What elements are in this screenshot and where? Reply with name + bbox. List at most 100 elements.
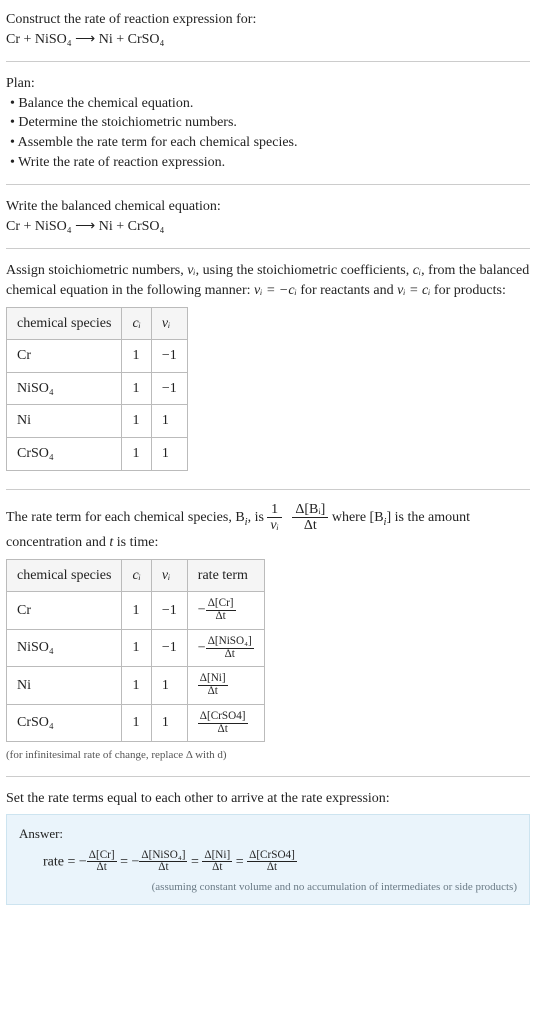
- frac-num: Δ[Bᵢ]: [292, 502, 328, 518]
- rule-reactants: νᵢ = −cᵢ: [254, 283, 297, 298]
- rate-term-description: The rate term for each chemical species,…: [6, 502, 530, 553]
- nu-i: νᵢ: [187, 263, 195, 278]
- frac-den: Δt: [87, 862, 117, 874]
- col-nui: νᵢ: [151, 307, 187, 340]
- cell-nui: 1: [151, 667, 187, 705]
- frac-den: Δt: [206, 649, 254, 661]
- unbalanced-equation: Cr + NiSO₄ ⟶ Ni + CrSO₄: [6, 30, 530, 50]
- col-nui: νᵢ: [151, 559, 187, 592]
- rate-frac: Δ[Ni]Δt: [198, 673, 228, 698]
- frac-one-over-nu: 1 νᵢ: [267, 502, 281, 534]
- divider: [6, 184, 530, 185]
- table-row: Cr 1 −1 −Δ[Cr]Δt: [7, 592, 265, 630]
- plan-item: • Balance the chemical equation.: [6, 94, 530, 114]
- frac-den: Δt: [139, 862, 187, 874]
- sign: −: [198, 603, 206, 618]
- cell-ci: 1: [122, 437, 151, 470]
- cell-ci: 1: [122, 372, 151, 405]
- table-row: CrSO₄ 1 1 Δ[CrSO4]Δt: [7, 704, 265, 742]
- c-i: cᵢ: [413, 263, 421, 278]
- table-row: Cr 1 −1: [7, 340, 188, 373]
- frac-den: Δt: [198, 724, 248, 736]
- rate-frac: Δ[CrSO4]Δt: [198, 711, 248, 736]
- text: , is: [248, 510, 268, 525]
- answer-box: Answer: rate = −Δ[Cr]Δt = −Δ[NiSO₄]Δt = …: [6, 814, 530, 904]
- answer-note: (assuming constant volume and no accumul…: [19, 880, 517, 895]
- cell-nui: −1: [151, 629, 187, 667]
- cell-species: CrSO₄: [7, 437, 122, 470]
- cell-nui: −1: [151, 340, 187, 373]
- col-species: chemical species: [7, 307, 122, 340]
- table-row: NiSO₄ 1 −1 −Δ[NiSO₄]Δt: [7, 629, 265, 667]
- table-row: NiSO₄ 1 −1: [7, 372, 188, 405]
- text: is time:: [113, 535, 158, 550]
- cell-rate: Δ[Ni]Δt: [187, 667, 264, 705]
- infinitesimal-note: (for infinitesimal rate of change, repla…: [6, 748, 530, 763]
- term-frac: Δ[Ni]Δt: [202, 850, 232, 875]
- text: for products:: [430, 283, 505, 298]
- rate-term-table: chemical species cᵢ νᵢ rate term Cr 1 −1…: [6, 559, 265, 743]
- plan-item: • Assemble the rate term for each chemic…: [6, 133, 530, 153]
- frac-num: Δ[CrSO4]: [198, 711, 248, 724]
- stoich-description: Assign stoichiometric numbers, νᵢ, using…: [6, 261, 530, 300]
- cell-ci: 1: [122, 667, 151, 705]
- text: , using the stoichiometric coefficients,: [196, 263, 413, 278]
- cell-species: NiSO₄: [7, 372, 122, 405]
- answer-label: Answer:: [19, 825, 517, 843]
- cell-species: Ni: [7, 667, 122, 705]
- frac-den: Δt: [202, 862, 232, 874]
- construct-line: Construct the rate of reaction expressio…: [6, 10, 530, 30]
- equals: =: [187, 854, 202, 869]
- col-ci: cᵢ: [122, 307, 151, 340]
- frac-den: Δt: [247, 862, 297, 874]
- divider: [6, 776, 530, 777]
- final-intro: Set the rate terms equal to each other t…: [6, 789, 530, 809]
- frac-den: νᵢ: [267, 518, 281, 533]
- cell-rate: Δ[CrSO4]Δt: [187, 704, 264, 742]
- frac-delta-b: Δ[Bᵢ] Δt: [292, 502, 328, 534]
- rate-term-section: The rate term for each chemical species,…: [6, 498, 530, 768]
- cell-rate: −Δ[Cr]Δt: [187, 592, 264, 630]
- text: where [B: [332, 510, 384, 525]
- cell-species: Cr: [7, 340, 122, 373]
- table-header-row: chemical species cᵢ νᵢ: [7, 307, 188, 340]
- cell-nui: −1: [151, 372, 187, 405]
- rate-frac: Δ[Cr]Δt: [206, 598, 236, 623]
- cell-species: CrSO₄: [7, 704, 122, 742]
- text: The rate term for each chemical species,…: [6, 510, 245, 525]
- cell-nui: 1: [151, 704, 187, 742]
- ci-header: cᵢ: [132, 316, 140, 331]
- table-row: Ni 1 1 Δ[Ni]Δt: [7, 667, 265, 705]
- equals: =: [232, 854, 247, 869]
- term-frac: Δ[CrSO4]Δt: [247, 850, 297, 875]
- term-frac: Δ[NiSO₄]Δt: [139, 850, 187, 875]
- frac-num: 1: [267, 502, 281, 518]
- plan-item: • Determine the stoichiometric numbers.: [6, 113, 530, 133]
- table-header-row: chemical species cᵢ νᵢ rate term: [7, 559, 265, 592]
- nui-header: νᵢ: [162, 316, 170, 331]
- rate-word: rate = −: [43, 854, 87, 869]
- final-section: Set the rate terms equal to each other t…: [6, 785, 530, 909]
- col-rate: rate term: [187, 559, 264, 592]
- ci-header: cᵢ: [132, 568, 140, 583]
- text: for reactants and: [297, 283, 397, 298]
- frac-den: Δt: [198, 686, 228, 698]
- cell-ci: 1: [122, 629, 151, 667]
- balanced-equation: Cr + NiSO₄ ⟶ Ni + CrSO₄: [6, 217, 530, 237]
- frac-den: Δt: [292, 518, 328, 533]
- cell-species: NiSO₄: [7, 629, 122, 667]
- cell-nui: 1: [151, 437, 187, 470]
- rule-products: νᵢ = cᵢ: [397, 283, 430, 298]
- cell-rate: −Δ[NiSO₄]Δt: [187, 629, 264, 667]
- divider: [6, 489, 530, 490]
- rate-expression: rate = −Δ[Cr]Δt = −Δ[NiSO₄]Δt = Δ[Ni]Δt …: [19, 850, 517, 875]
- cell-nui: −1: [151, 592, 187, 630]
- cell-ci: 1: [122, 405, 151, 438]
- plan-title: Plan:: [6, 74, 530, 94]
- cell-ci: 1: [122, 592, 151, 630]
- intro-section: Construct the rate of reaction expressio…: [6, 6, 530, 53]
- stoich-table: chemical species cᵢ νᵢ Cr 1 −1 NiSO₄ 1 −…: [6, 307, 188, 471]
- equals: = −: [117, 854, 140, 869]
- cell-species: Cr: [7, 592, 122, 630]
- cell-ci: 1: [122, 704, 151, 742]
